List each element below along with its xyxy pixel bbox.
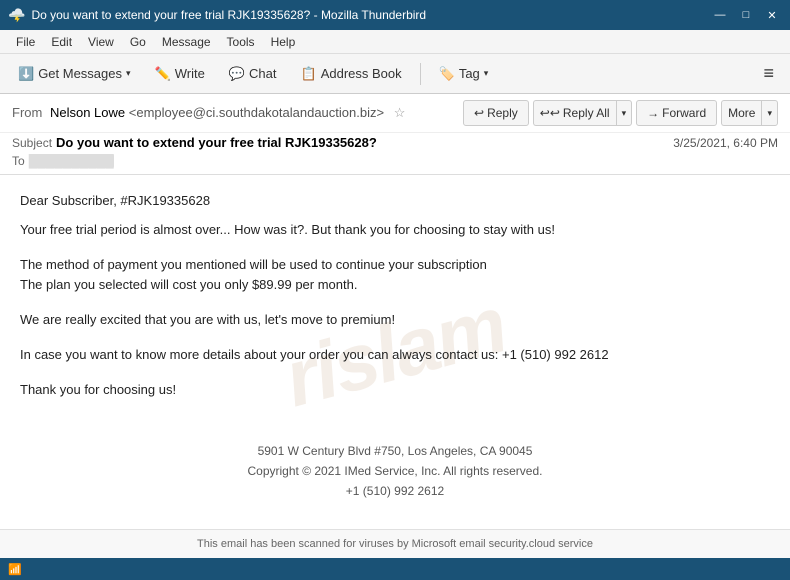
header-actions: ↩ Reply ↩↩ Reply All ▾ → Forward (463, 100, 778, 126)
window-title: Do you want to extend your free trial RJ… (31, 8, 710, 22)
body-line2: The method of payment you mentioned will… (20, 255, 770, 276)
tag-icon: 🏷️ (439, 66, 455, 82)
greeting: Dear Subscriber, #RJK19335628 (20, 191, 770, 212)
reply-all-button[interactable]: ↩↩ Reply All (533, 100, 616, 126)
more-split-button: More ▾ (721, 100, 778, 126)
toolbar: ⬇️ Get Messages ▾ ✏️ Write 💬 Chat 📋 Addr… (0, 54, 790, 94)
menu-tools[interactable]: Tools (219, 33, 263, 51)
subject-row: Subject Do you want to extend your free … (0, 133, 790, 152)
minimize-button[interactable]: — (710, 5, 730, 25)
reply-all-dropdown-button[interactable]: ▾ (616, 100, 633, 126)
toolbar-divider (420, 63, 421, 85)
footer-copyright-line: Copyright © 2021 IMed Service, Inc. All … (20, 461, 770, 481)
subject-label: Subject (12, 136, 52, 150)
body-line6: Thank you for choosing us! (20, 380, 770, 401)
close-button[interactable]: ✕ (762, 5, 782, 25)
title-bar: 🌩️ Do you want to extend your free trial… (0, 0, 790, 30)
menu-go[interactable]: Go (122, 33, 154, 51)
chat-icon: 💬 (229, 66, 245, 82)
more-button[interactable]: More (721, 100, 761, 126)
to-value: ██████████ (29, 154, 114, 168)
address-book-icon: 📋 (301, 66, 317, 82)
write-icon: ✏️ (155, 66, 171, 82)
body-line3: The plan you selected will cost you only… (20, 275, 770, 296)
email-body: rislam Dear Subscriber, #RJK19335628 You… (0, 175, 790, 529)
menu-help[interactable]: Help (263, 33, 304, 51)
write-button[interactable]: ✏️ Write (145, 59, 215, 89)
address-book-button[interactable]: 📋 Address Book (291, 59, 412, 89)
window-controls: — □ ✕ (710, 5, 782, 25)
menu-bar: File Edit View Go Message Tools Help (0, 30, 790, 54)
reply-icon: ↩ (474, 106, 484, 120)
to-row: To ██████████ (0, 152, 790, 174)
menu-message[interactable]: Message (154, 33, 219, 51)
tag-button[interactable]: 🏷️ Tag ▾ (429, 59, 499, 89)
sender-name: Nelson Lowe (50, 105, 125, 120)
app-icon: 🌩️ (8, 7, 25, 24)
forward-icon: → (647, 106, 659, 120)
star-icon[interactable]: ☆ (394, 105, 406, 120)
email-header: From Nelson Lowe <employee@ci.southdakot… (0, 94, 790, 175)
body-line4: We are really excited that you are with … (20, 310, 770, 331)
email-container: From Nelson Lowe <employee@ci.southdakot… (0, 94, 790, 558)
toolbar-menu-button[interactable]: ≡ (755, 59, 782, 88)
email-subject: Do you want to extend your free trial RJ… (56, 135, 673, 150)
body-line5: In case you want to know more details ab… (20, 345, 770, 366)
get-messages-button[interactable]: ⬇️ Get Messages ▾ (8, 59, 141, 89)
menu-file[interactable]: File (8, 33, 43, 51)
reply-all-icon: ↩↩ (540, 106, 560, 120)
chat-button[interactable]: 💬 Chat (219, 59, 287, 89)
from-section: From Nelson Lowe <employee@ci.southdakot… (12, 105, 405, 121)
from-label: From (12, 105, 42, 120)
header-top: From Nelson Lowe <employee@ci.southdakot… (0, 94, 790, 133)
footer-address-line: 5901 W Century Blvd #750, Los Angeles, C… (20, 441, 770, 461)
sender-email: <employee@ci.southdakotalandauction.biz> (129, 105, 384, 120)
main-content: From Nelson Lowe <employee@ci.southdakot… (0, 94, 790, 580)
get-messages-dropdown-icon[interactable]: ▾ (126, 68, 131, 79)
reply-all-split-button: ↩↩ Reply All ▾ (533, 100, 632, 126)
forward-button[interactable]: → Forward (636, 100, 717, 126)
to-label: To (12, 154, 25, 168)
get-messages-icon: ⬇️ (18, 66, 34, 82)
maximize-button[interactable]: □ (736, 5, 756, 25)
tag-dropdown-icon[interactable]: ▾ (484, 68, 489, 79)
more-dropdown-button[interactable]: ▾ (761, 100, 778, 126)
virus-scan-notice: This email has been scanned for viruses … (0, 529, 790, 558)
footer-phone-line: +1 (510) 992 2612 (20, 481, 770, 501)
status-bar: 📶 (0, 558, 790, 580)
email-footer: 5901 W Century Blvd #750, Los Angeles, C… (20, 431, 770, 502)
menu-edit[interactable]: Edit (43, 33, 80, 51)
reply-button[interactable]: ↩ Reply (463, 100, 529, 126)
menu-view[interactable]: View (80, 33, 122, 51)
status-icon: 📶 (8, 563, 22, 576)
body-content: Dear Subscriber, #RJK19335628 Your free … (20, 191, 770, 502)
body-line1: Your free trial period is almost over...… (20, 220, 770, 241)
email-date: 3/25/2021, 6:40 PM (673, 136, 778, 150)
